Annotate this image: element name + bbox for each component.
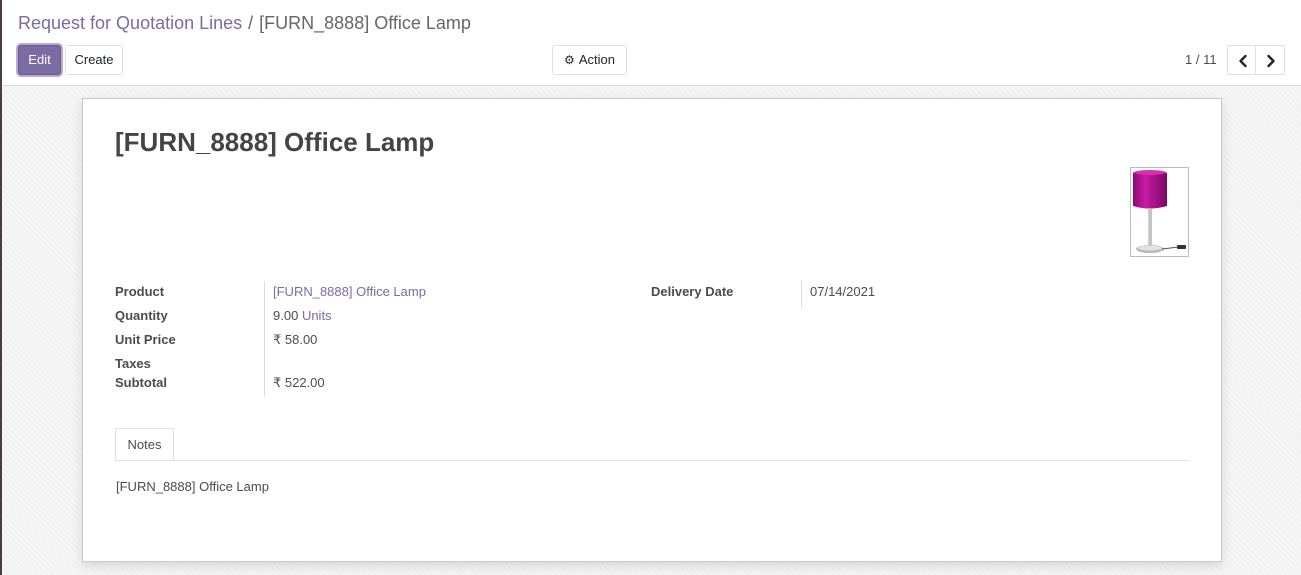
tab-notes[interactable]: Notes xyxy=(115,428,174,461)
field-divider xyxy=(801,281,802,307)
edit-button[interactable]: Edit xyxy=(18,45,61,75)
pager-next-button[interactable] xyxy=(1255,45,1285,75)
breadcrumb-separator: / xyxy=(248,13,254,33)
delivery-date-label: Delivery Date xyxy=(651,284,734,299)
quantity-number: 9.00 xyxy=(273,308,299,323)
action-button[interactable]: ⚙ Action xyxy=(552,45,627,75)
product-label: Product xyxy=(115,284,165,299)
taxes-label: Taxes xyxy=(115,356,151,371)
quantity-label: Quantity xyxy=(115,308,168,323)
product-value-link[interactable]: [FURN_8888] Office Lamp xyxy=(273,284,426,300)
control-panel: Request for Quotation Lines / [FURN_8888] … xyxy=(2,0,1301,86)
office-lamp-image xyxy=(1133,170,1186,253)
gear-icon: ⚙ xyxy=(564,53,575,67)
action-button-label: Action xyxy=(578,52,615,67)
chevron-right-icon xyxy=(1267,54,1275,68)
field-divider xyxy=(264,281,265,397)
form-sheet: [FURN_8888] Office Lamp Product [FURN_88… xyxy=(82,98,1222,562)
subtotal-label: Subtotal xyxy=(115,375,167,390)
unit-price-label: Unit Price xyxy=(115,332,176,347)
breadcrumb-parent-link[interactable]: Request for Quotation Lines xyxy=(18,13,242,33)
breadcrumb: Request for Quotation Lines / [FURN_8888] … xyxy=(18,12,471,34)
tab-divider xyxy=(115,460,1189,461)
pager-value[interactable]: 1 / 11 xyxy=(1185,52,1217,67)
chevron-left-icon xyxy=(1239,54,1247,68)
notes-text: [FURN_8888] Office Lamp xyxy=(116,479,269,494)
unit-price-value: ₹ 58.00 xyxy=(273,332,318,347)
delivery-date-value: 07/14/2021 xyxy=(810,284,876,299)
quantity-value: 9.00 Units xyxy=(273,308,332,324)
record-title: [FURN_8888] Office Lamp xyxy=(115,127,435,157)
create-button[interactable]: Create xyxy=(65,45,123,75)
subtotal-value: ₹ 522.00 xyxy=(273,375,325,390)
quantity-uom-link[interactable]: Units xyxy=(302,308,332,323)
breadcrumb-current: [FURN_8888] Office Lamp xyxy=(259,13,471,33)
product-image[interactable] xyxy=(1130,167,1189,257)
pager-previous-button[interactable] xyxy=(1227,45,1257,75)
